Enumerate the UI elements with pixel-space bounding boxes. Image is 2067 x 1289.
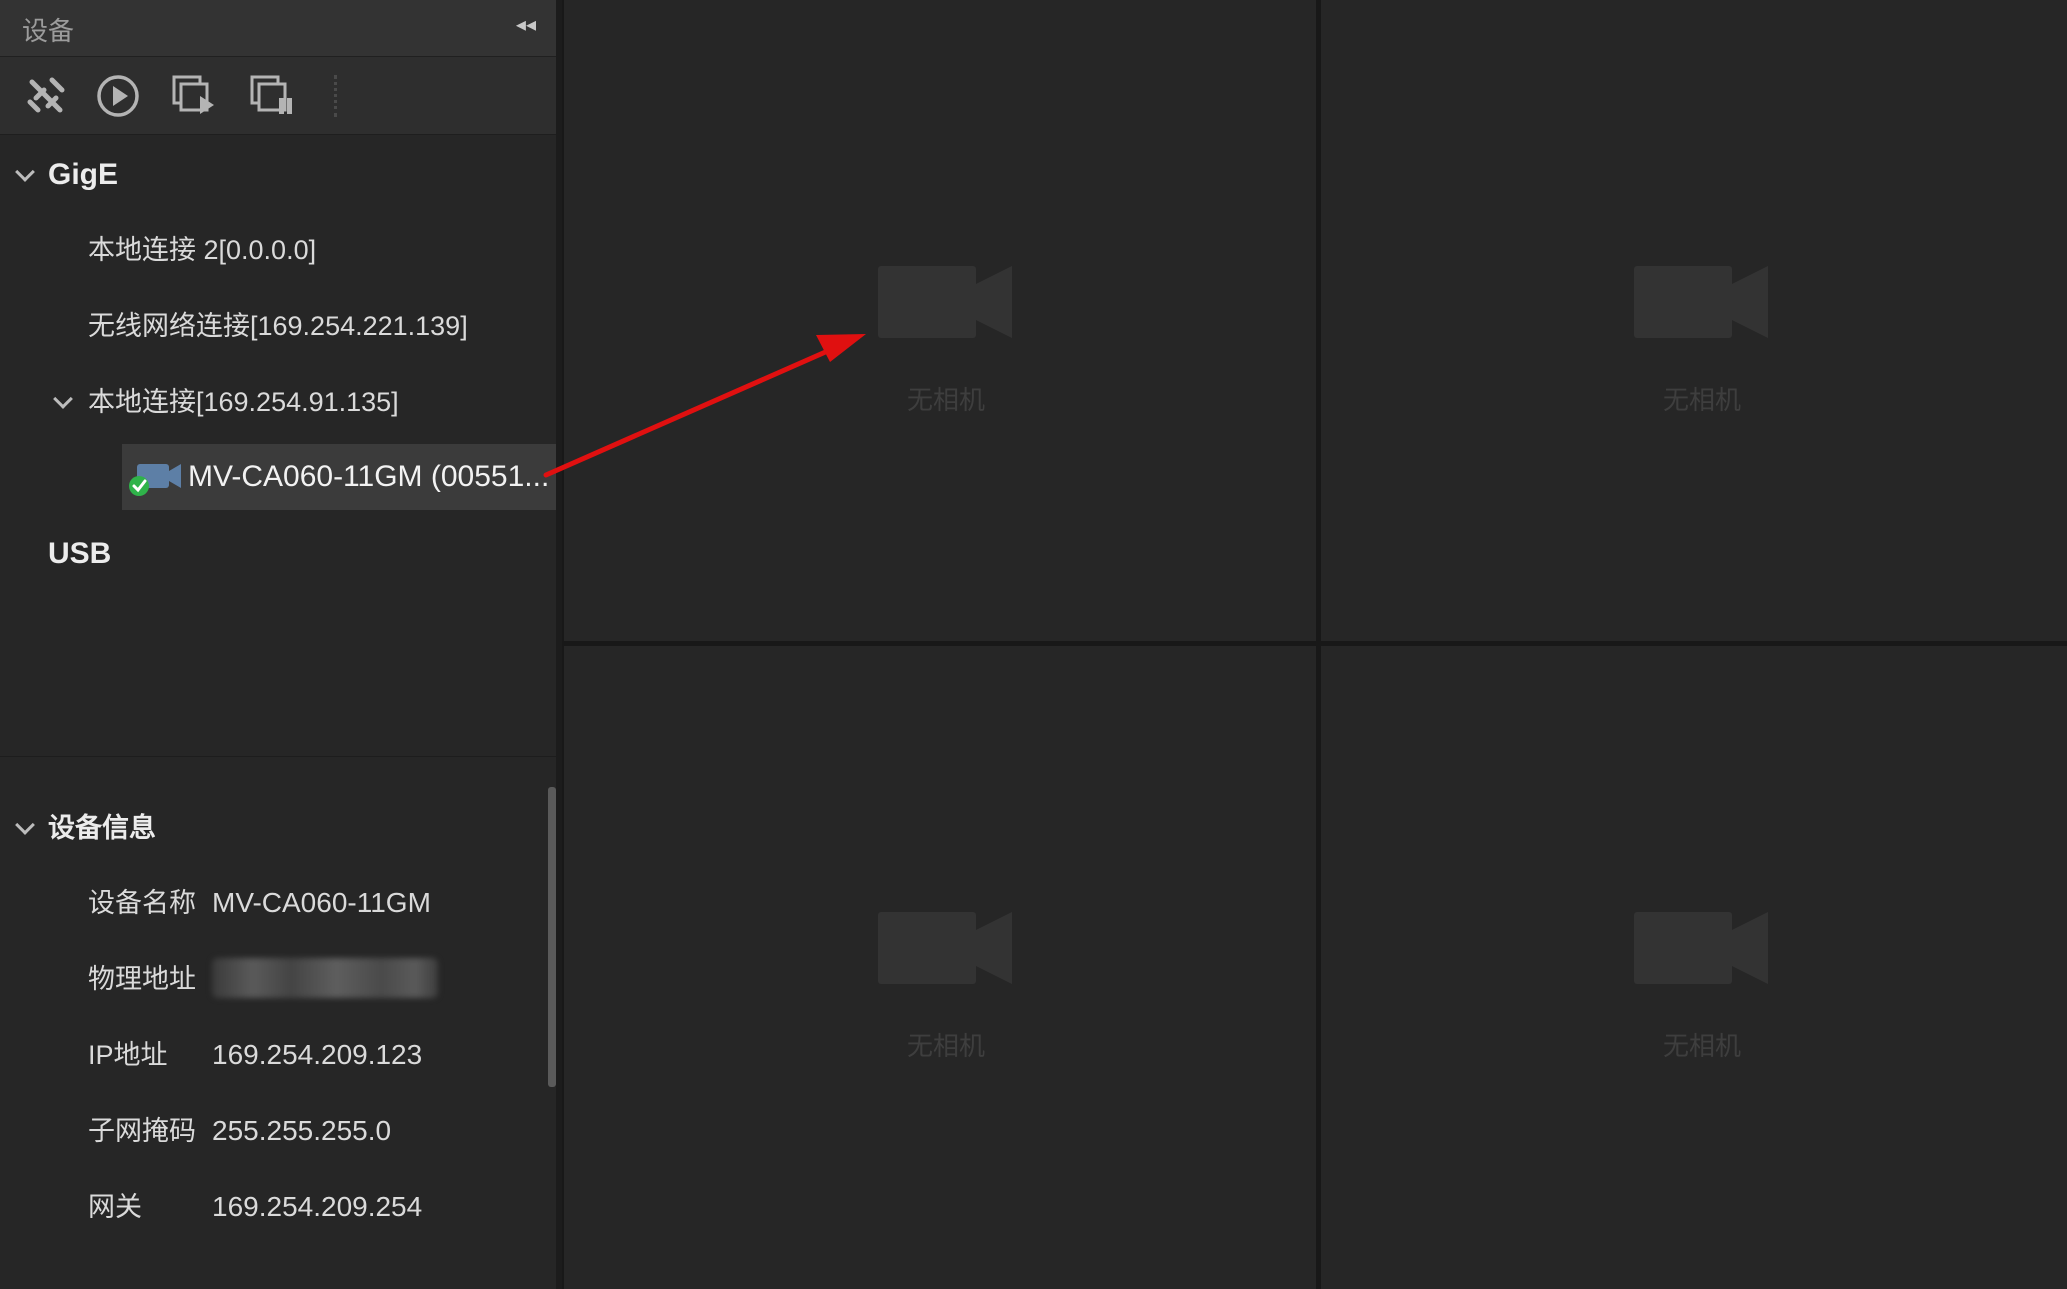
camera-connected-icon [129,464,181,496]
preview-cell[interactable]: 无相机 [564,646,1316,1289]
info-value-ip: 169.254.209.123 [212,1039,423,1070]
play-icon [97,75,139,117]
tree-network-item-expanded[interactable]: 本地连接[169.254.91.135] [0,372,556,432]
tree-category-label: GigE [48,158,119,191]
panel-title: 设备 [22,16,75,46]
tree-network-label: 本地连接 2[0.0.0.0] [88,235,317,265]
device-info-title: 设备信息 [48,813,156,843]
preview-cell[interactable]: 无相机 [1321,646,2067,1289]
no-camera-label: 无相机 [1662,1031,1741,1061]
start-grab-all-button[interactable] [170,72,218,120]
info-value-subnet: 255.255.255.0 [212,1115,392,1146]
camera-placeholder-icon [878,908,1012,984]
preview-grid: 无相机 无相机 无相机 无相机 [562,0,2067,1289]
preview-cell[interactable]: 无相机 [1321,0,2067,641]
disconnect-button[interactable] [22,72,70,120]
panel-divider [0,756,556,757]
info-value-mac-redacted [212,958,438,998]
tree-network-label: 无线网络连接[169.254.221.139] [88,311,468,341]
stop-grab-all-button[interactable] [248,72,296,120]
device-info-header[interactable]: 设备信息 [0,798,556,858]
play-button[interactable] [94,72,142,120]
info-key-ip: IP地址 [88,1040,168,1070]
chevron-down-icon [53,389,73,409]
toolbar-separator [334,75,337,117]
info-key-device-name: 设备名称 [88,888,196,918]
info-value-device-name: MV-CA060-11GM [212,887,431,918]
tree-device-item[interactable]: MV-CA060-11GM (00551... [122,444,556,510]
tree-network-item[interactable]: 无线网络连接[169.254.221.139] [88,296,468,356]
device-toolbar [0,57,556,135]
camera-placeholder-icon [878,262,1012,338]
chevron-down-icon [15,815,35,835]
panel-header: 设备 ◂◂ [0,0,556,57]
no-camera-label: 无相机 [906,1031,985,1061]
tree-category-usb[interactable]: USB [48,524,111,584]
info-key-mac: 物理地址 [88,964,196,994]
preview-cell[interactable]: 无相机 [564,0,1316,641]
info-value-gateway: 169.254.209.254 [212,1191,423,1222]
no-camera-label: 无相机 [1662,385,1741,415]
device-panel: 设备 ◂◂ GigE 本地连接 2[0.0.0.0] 无线网络连接[169.25… [0,0,556,1289]
tree-network-item[interactable]: 本地连接 2[0.0.0.0] [88,220,316,280]
no-camera-label: 无相机 [906,385,985,415]
stop-grab-all-icon [250,75,292,114]
chevron-down-icon [15,162,35,182]
tree-category-label: USB [48,537,112,570]
start-grab-all-icon [172,75,214,114]
tree-device-label: MV-CA060-11GM (00551... [188,460,550,493]
info-scrollbar[interactable] [548,787,556,1087]
camera-placeholder-icon [1634,262,1768,338]
collapse-panel-button[interactable]: ◂◂ [516,12,536,37]
camera-placeholder-icon [1634,908,1768,984]
disconnect-icon [27,77,65,113]
tree-network-label: 本地连接[169.254.91.135] [88,387,399,417]
tree-category-gige[interactable]: GigE [0,145,556,205]
info-key-subnet: 子网掩码 [88,1116,196,1146]
info-key-gateway: 网关 [88,1192,142,1222]
